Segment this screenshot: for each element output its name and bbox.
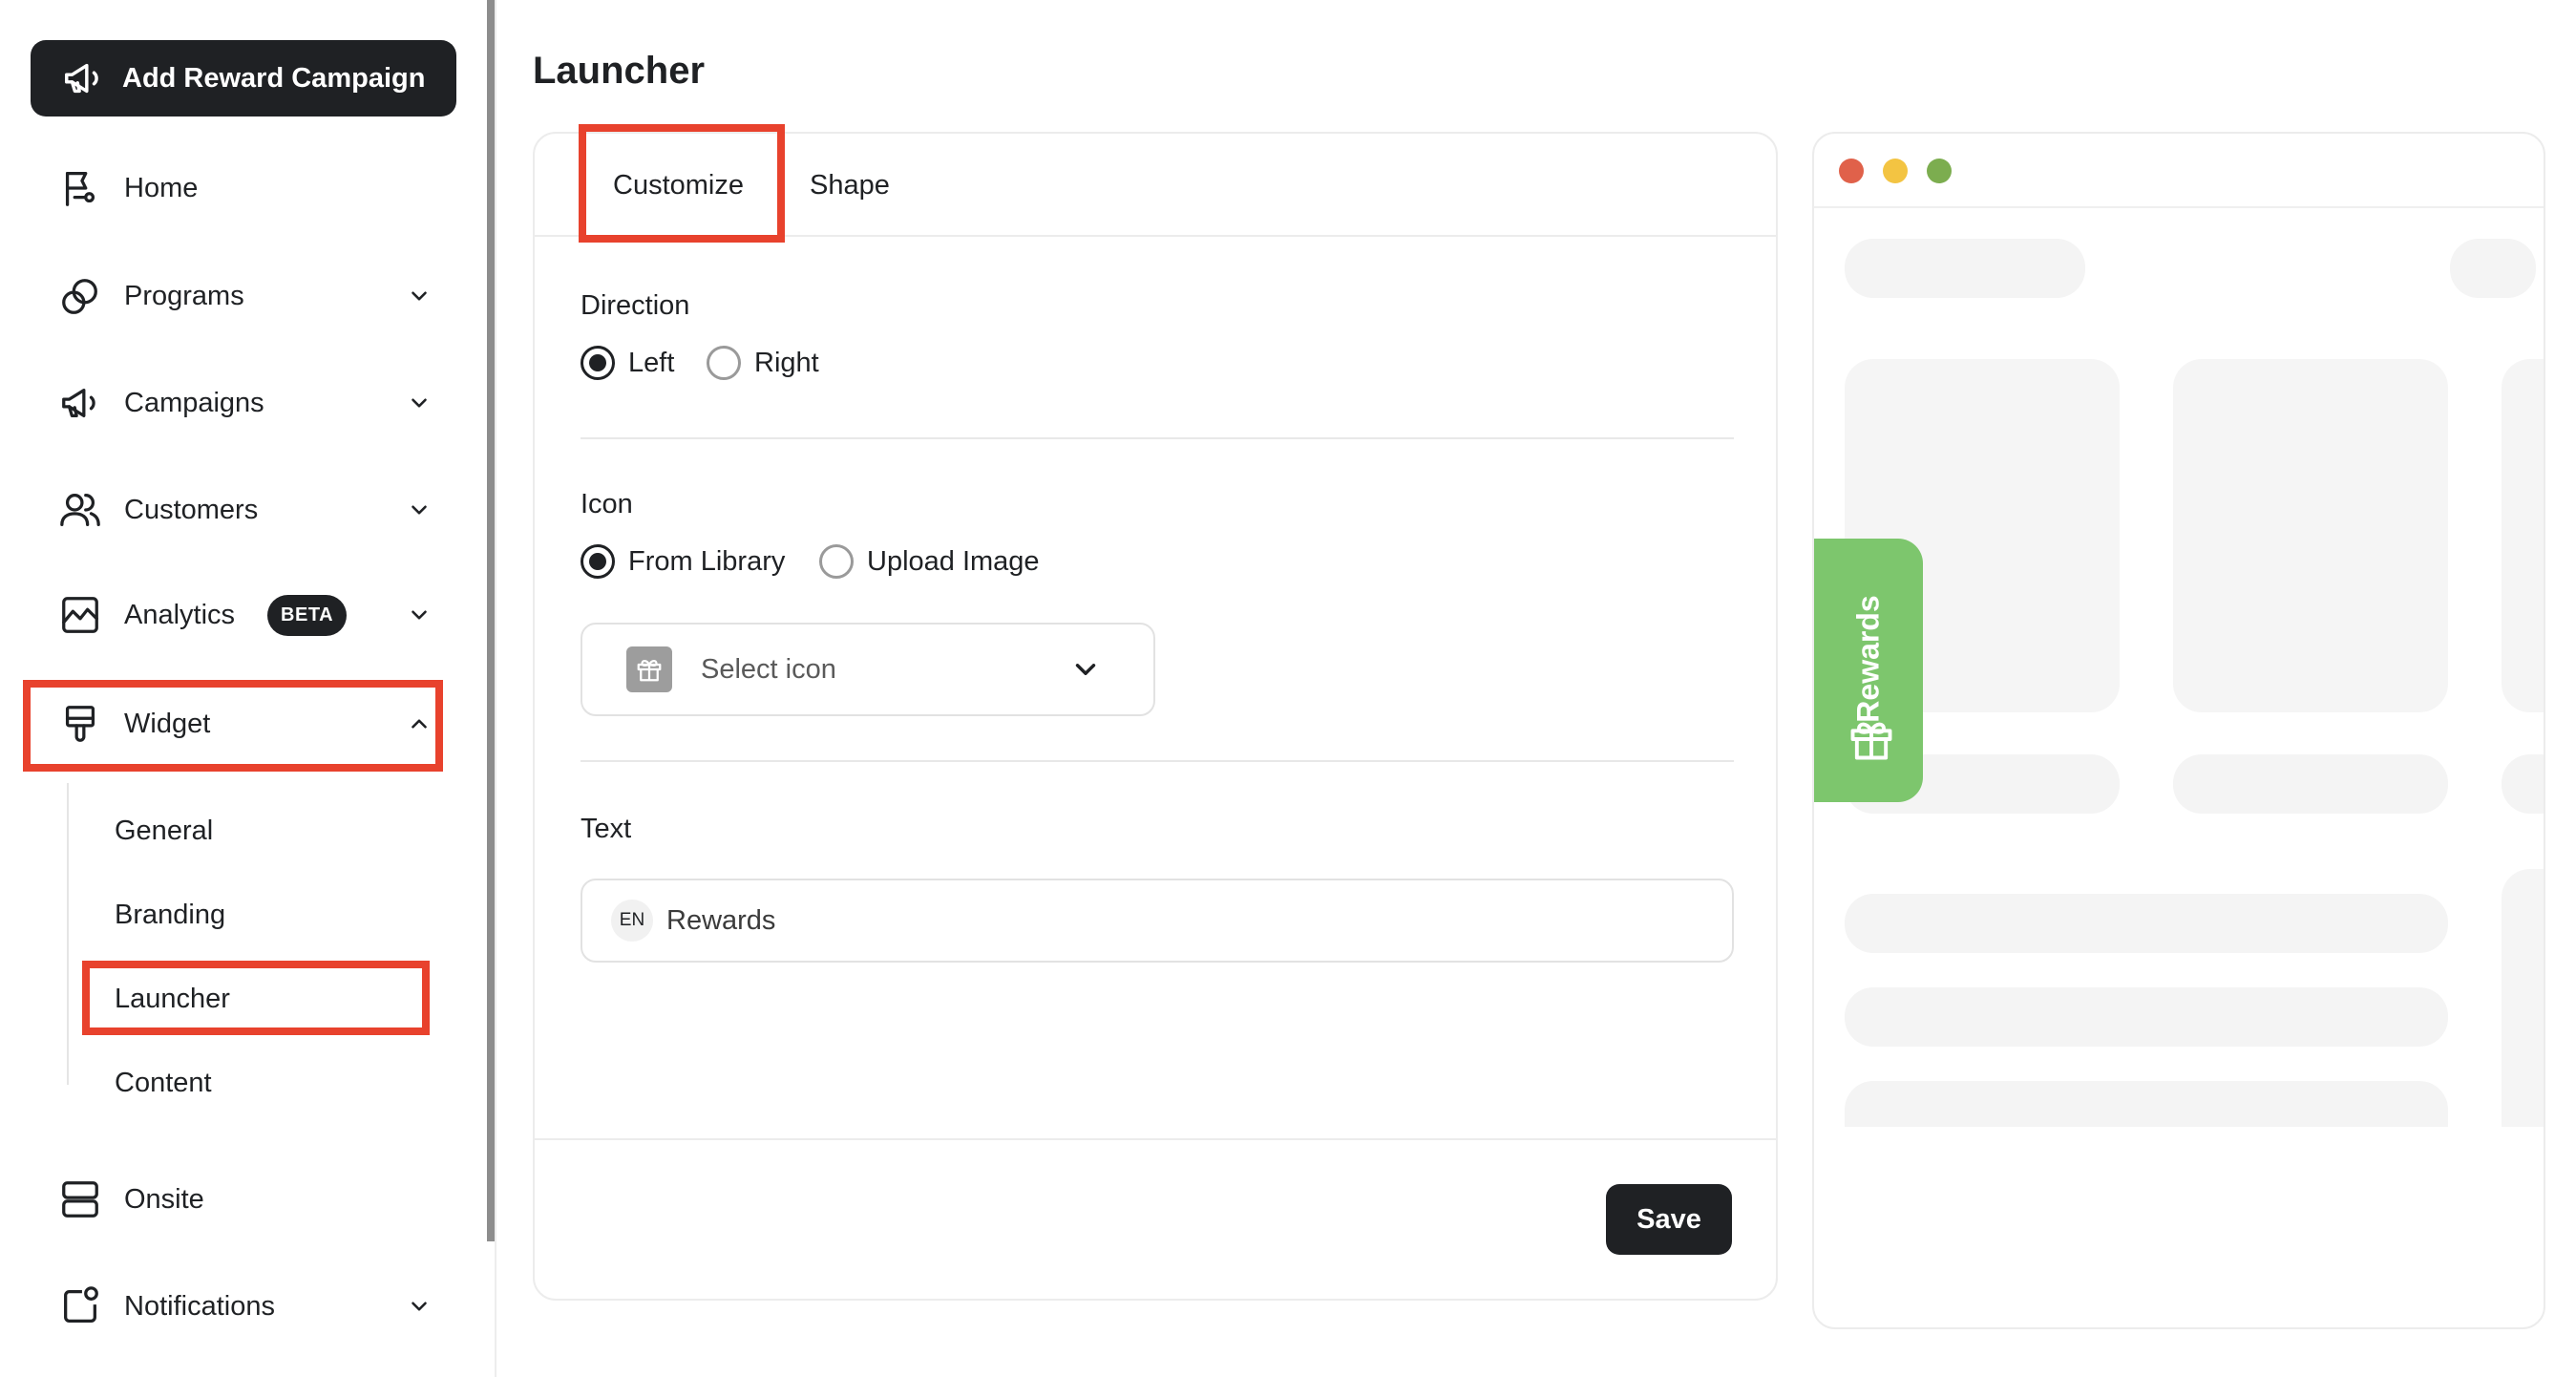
icon-upload-image-radio[interactable]: Upload Image [819,544,1040,579]
sidebar-item-programs[interactable]: Programs [57,267,439,325]
skeleton-bar [2173,754,2448,814]
sidebar-item-onsite[interactable]: Onsite [57,1171,439,1228]
sidebar-subitem-branding[interactable]: Branding [115,894,225,936]
launcher-text-input[interactable] [666,904,1621,937]
sidebar-item-analytics[interactable]: Analytics BETA [57,586,439,644]
flag-icon [57,165,103,211]
customize-tab-highlight-box [579,124,785,243]
radio-checked-icon [581,346,615,380]
window-close-dot [1839,159,1864,183]
chevron-down-icon [412,1302,427,1311]
programs-icon [57,273,103,319]
gift-icon [1850,722,1892,760]
sidebar-item-label: Onsite [124,1183,204,1215]
customers-icon [57,487,103,533]
sidebar: Add Reward Campaign Home Programs Campai… [0,0,487,1377]
skeleton-card [2502,869,2544,1127]
add-reward-campaign-label: Add Reward Campaign [122,62,426,94]
radio-unchecked-icon [819,544,854,579]
direction-right-radio[interactable]: Right [707,346,819,380]
launcher-settings-card: Customize Shape Direction Left Right Ico… [533,124,1778,1301]
radio-label: Left [628,347,675,378]
icon-label: Icon [581,489,633,519]
sidebar-scrollbar[interactable] [487,0,495,1241]
chevron-down-icon [412,398,427,408]
skeleton-bar [2450,239,2536,298]
sidebar-item-label: Campaigns [124,387,264,418]
language-chip: EN [611,900,653,942]
section-divider [581,437,1734,439]
chevron-down-icon [412,610,427,620]
window-maximize-dot [1927,159,1952,183]
skeleton-card [2173,359,2448,712]
radio-label: Upload Image [867,545,1040,577]
skeleton-bar [1845,894,2448,953]
preview-window-bar [1814,134,2544,208]
sidebar-divider [495,0,496,1377]
launcher-text-field[interactable]: EN [581,879,1734,963]
select-icon-dropdown[interactable]: Select icon [581,623,1155,716]
footer-divider [535,1138,1776,1140]
chevron-down-icon [412,291,427,301]
section-divider [581,760,1734,762]
widget-highlight-box [23,680,443,772]
gift-icon [626,646,672,692]
radio-unchecked-icon [707,346,741,380]
chevron-down-icon [1075,664,1096,675]
save-button[interactable]: Save [1606,1184,1732,1255]
launcher-highlight-box [82,961,430,1035]
skeleton-bar [1845,987,2448,1047]
sidebar-subitem-content[interactable]: Content [115,1062,212,1104]
select-icon-placeholder: Select icon [701,653,836,685]
direction-label: Direction [581,290,690,321]
tab-shape[interactable]: Shape [810,134,890,237]
text-label: Text [581,814,632,844]
radio-label: Right [754,347,819,378]
page-title: Launcher [533,50,706,92]
skeleton-bar [2502,754,2544,814]
beta-badge: BETA [267,594,348,636]
add-reward-campaign-button[interactable]: Add Reward Campaign [31,40,456,117]
skeleton-card [2502,359,2544,712]
sidebar-item-label: Customers [124,494,259,525]
megaphone-icon [57,380,103,426]
sidebar-item-home[interactable]: Home [57,159,439,217]
sidebar-subitem-general[interactable]: General [115,810,213,852]
sidebar-item-notifications[interactable]: Notifications [57,1278,439,1335]
window-minimize-dot [1883,159,1908,183]
launcher-preview: Rewards [1812,132,2545,1329]
radio-label: From Library [628,545,786,577]
skeleton-bar [1845,1081,2448,1127]
sidebar-item-label: Analytics [124,599,236,630]
rewards-launcher-tab[interactable]: Rewards [1814,539,1923,802]
notification-icon [57,1283,103,1329]
analytics-chart-icon [57,592,103,638]
sidebar-item-label: Programs [124,280,244,311]
launcher-label: Rewards [1850,595,1886,723]
sidebar-item-customers[interactable]: Customers [57,481,439,539]
submenu-tree-line [67,783,69,1085]
sidebar-item-label: Home [124,172,199,203]
skeleton-bar [1845,239,2085,298]
icon-from-library-radio[interactable]: From Library [581,544,785,579]
direction-left-radio[interactable]: Left [581,346,674,380]
radio-checked-icon [581,544,615,579]
sidebar-item-campaigns[interactable]: Campaigns [57,374,439,432]
onsite-icon [57,1176,103,1222]
megaphone-icon [65,63,98,94]
sidebar-item-label: Notifications [124,1290,275,1322]
chevron-down-icon [412,505,427,515]
